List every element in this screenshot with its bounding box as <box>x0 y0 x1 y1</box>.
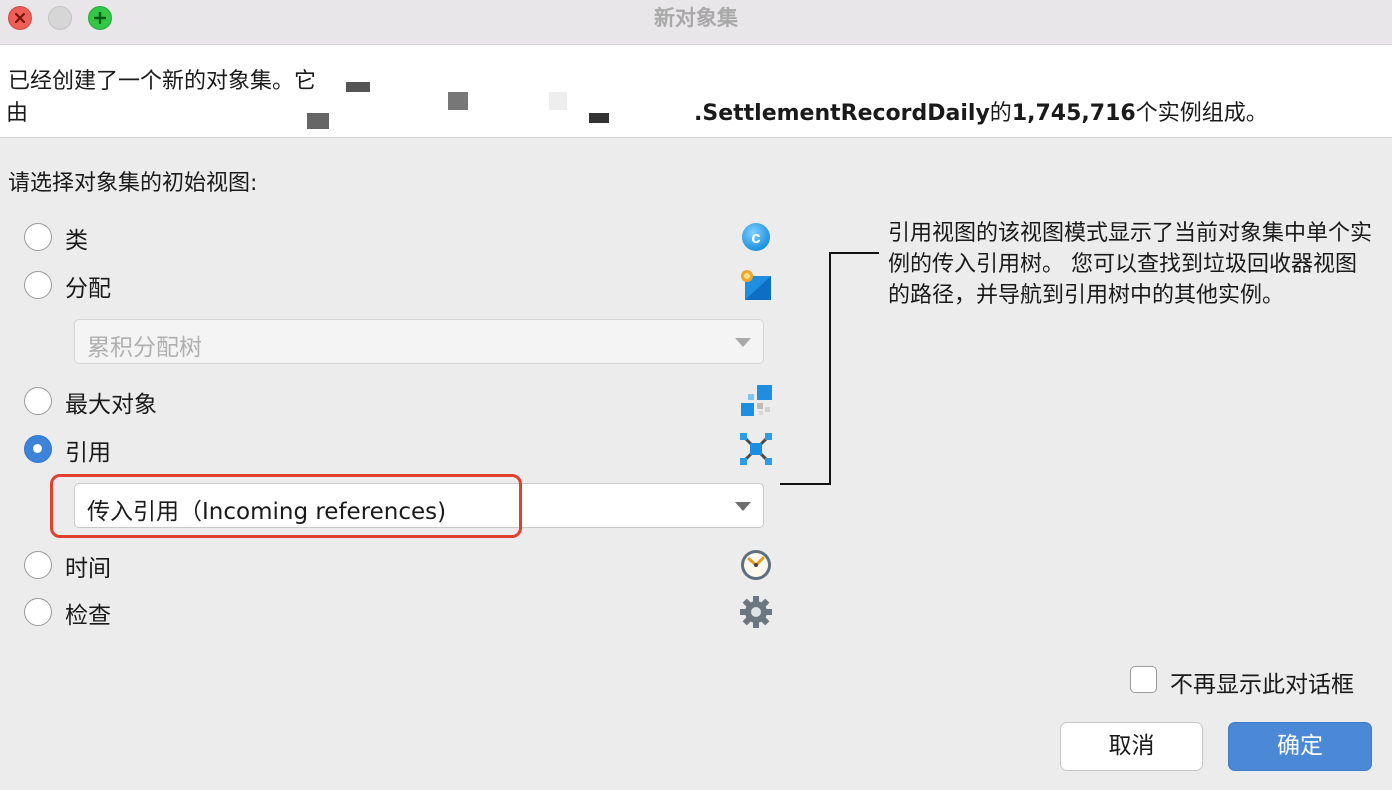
chevron-down-icon <box>735 502 751 511</box>
cancel-button[interactable]: 取消 <box>1060 722 1203 771</box>
chevron-down-icon <box>735 338 751 347</box>
info-suffix: 个实例组成。 <box>1135 101 1268 126</box>
connector-line <box>829 252 831 485</box>
title-bar: 新对象集 <box>0 0 1392 45</box>
connector-line <box>780 483 830 485</box>
redaction-mark <box>589 113 609 123</box>
radio-button[interactable] <box>24 271 52 299</box>
connector-line <box>829 252 879 254</box>
instance-count: 1,745,716 <box>1011 101 1136 126</box>
option-label: 时间 <box>65 556 111 582</box>
select-value: 累积分配树 <box>87 335 202 361</box>
option-label: 分配 <box>65 276 111 302</box>
initial-view-label: 请选择对象集的初始视图: <box>8 171 258 196</box>
info-line-1: 已经创建了一个新的对象集。它 <box>8 69 317 94</box>
ok-button[interactable]: 确定 <box>1228 722 1372 771</box>
option-label: 检查 <box>65 603 111 629</box>
info-line-2-prefix: 由 <box>6 101 29 126</box>
class-connector: 的 <box>989 101 1012 126</box>
gear-icon <box>740 596 772 628</box>
class-c-icon: c <box>742 223 770 251</box>
radio-button[interactable] <box>24 387 52 415</box>
redaction-mark <box>448 92 468 110</box>
biggest-objects-icon <box>741 385 772 416</box>
redaction-mark <box>549 92 567 110</box>
radio-button[interactable] <box>24 551 52 579</box>
radio-button-selected[interactable] <box>24 435 52 463</box>
svg-text:c: c <box>751 228 760 247</box>
redaction-mark <box>346 82 370 92</box>
info-panel: 已经创建了一个新的对象集。它 由 .SettlementRecordDaily的… <box>0 45 1392 138</box>
allocation-view-select[interactable]: 累积分配树 <box>74 319 764 364</box>
checkbox[interactable] <box>1130 666 1157 693</box>
clock-icon <box>741 550 771 580</box>
class-name: .SettlementRecordDaily <box>694 101 990 126</box>
references-icon <box>740 433 772 465</box>
highlight-annotation <box>50 474 522 538</box>
option-label: 引用 <box>65 440 111 466</box>
option-label: 最大对象 <box>65 392 157 418</box>
radio-button[interactable] <box>24 223 52 251</box>
radio-button[interactable] <box>24 598 52 626</box>
info-line-2-class: .SettlementRecordDaily的1,745,716个实例组成。 <box>694 95 1268 127</box>
view-description: 引用视图的该视图模式显示了当前对象集中单个实例的传入引用树。 您可以查找到垃圾回… <box>888 221 1373 308</box>
checkbox-label: 不再显示此对话框 <box>1170 672 1354 698</box>
option-label: 类 <box>65 228 88 254</box>
allocation-icon <box>741 270 771 300</box>
redaction-mark <box>307 113 329 129</box>
window-title: 新对象集 <box>654 6 738 30</box>
